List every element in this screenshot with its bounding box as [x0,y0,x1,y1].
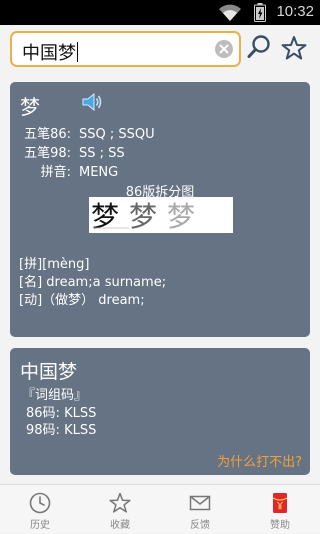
clock: 10:32 [276,3,314,20]
speaker-icon[interactable] [81,91,103,113]
split-char-3: 梦 [167,200,195,233]
favorite-star-icon[interactable] [281,35,307,61]
search-row: 中国梦 [0,25,320,75]
clock-icon [29,492,51,514]
search-icon[interactable] [246,34,272,60]
phrase-card: 中国梦 『词组码』 86码: KLSS 98码: KLSS 为什么打不出? [10,348,310,475]
code98-label: 98码: [26,423,60,438]
search-input[interactable]: 中国梦 [10,31,241,67]
star-icon [109,492,131,513]
clear-icon [219,44,229,54]
mail-icon [189,495,211,511]
wubi86-row: 五笔86: SSQ ; SSQU [19,123,155,142]
wubi98-label: 五笔98: [24,146,71,161]
pinyin-value: MENG [79,165,119,180]
search-text: 中国梦 [22,39,78,65]
code98-value: KLSS [64,423,97,438]
definition-verb: [动]（做梦） dream; [19,293,145,308]
wubi86-label: 五笔86: [24,127,71,142]
definition-noun: [名] dream;a surname; [19,275,167,290]
text-caret [77,42,78,62]
pinyin-label: 拼音: [40,165,71,180]
tab-history[interactable]: 历史 [0,485,80,534]
phrase-code-section: 『词组码』 [22,388,88,403]
tab-feedback-label: 反馈 [190,520,210,531]
split-char-2: 梦 [129,200,157,233]
split-diagram-graphic: 梦 梦 梦 [91,200,195,233]
clear-button[interactable] [215,40,233,58]
wubi86-value: SSQ ; SSQU [79,127,155,142]
wubi98-row: 五笔98: SS ; SS [19,142,125,161]
tab-favorites-label: 收藏 [110,520,130,531]
battery-icon [254,3,266,22]
tab-sponsor-label: 赞助 [270,520,290,531]
phrase-title: 中国梦 [20,361,78,383]
search-query: 中国梦 [22,43,76,64]
code98-row: 98码: KLSS [26,419,96,438]
tab-sponsor[interactable]: 赞助 [240,485,320,534]
wubi98-value: SS ; SS [79,146,125,161]
tab-history-label: 历史 [30,520,50,531]
why-cant-type-link[interactable]: 为什么打不出? [217,451,302,470]
split-diagram-image: 梦 梦 梦 [89,197,233,233]
character-card: 梦 五笔86: SSQ ; SSQU 五笔98: SS ; SS 拼音: MENG 8… [10,82,310,337]
definition-pinyin: [拼][mèng] [19,257,90,272]
status-bar: 10:32 [0,0,320,25]
bottom-tab-bar: 历史 收藏 反馈 赞助 [0,484,320,533]
red-envelope-icon [272,493,288,513]
tab-favorites[interactable]: 收藏 [80,485,160,534]
tab-feedback[interactable]: 反馈 [160,485,240,534]
wifi-icon [219,4,241,21]
character-title: 梦 [20,95,40,119]
pinyin-row: 拼音: MENG [19,161,119,180]
